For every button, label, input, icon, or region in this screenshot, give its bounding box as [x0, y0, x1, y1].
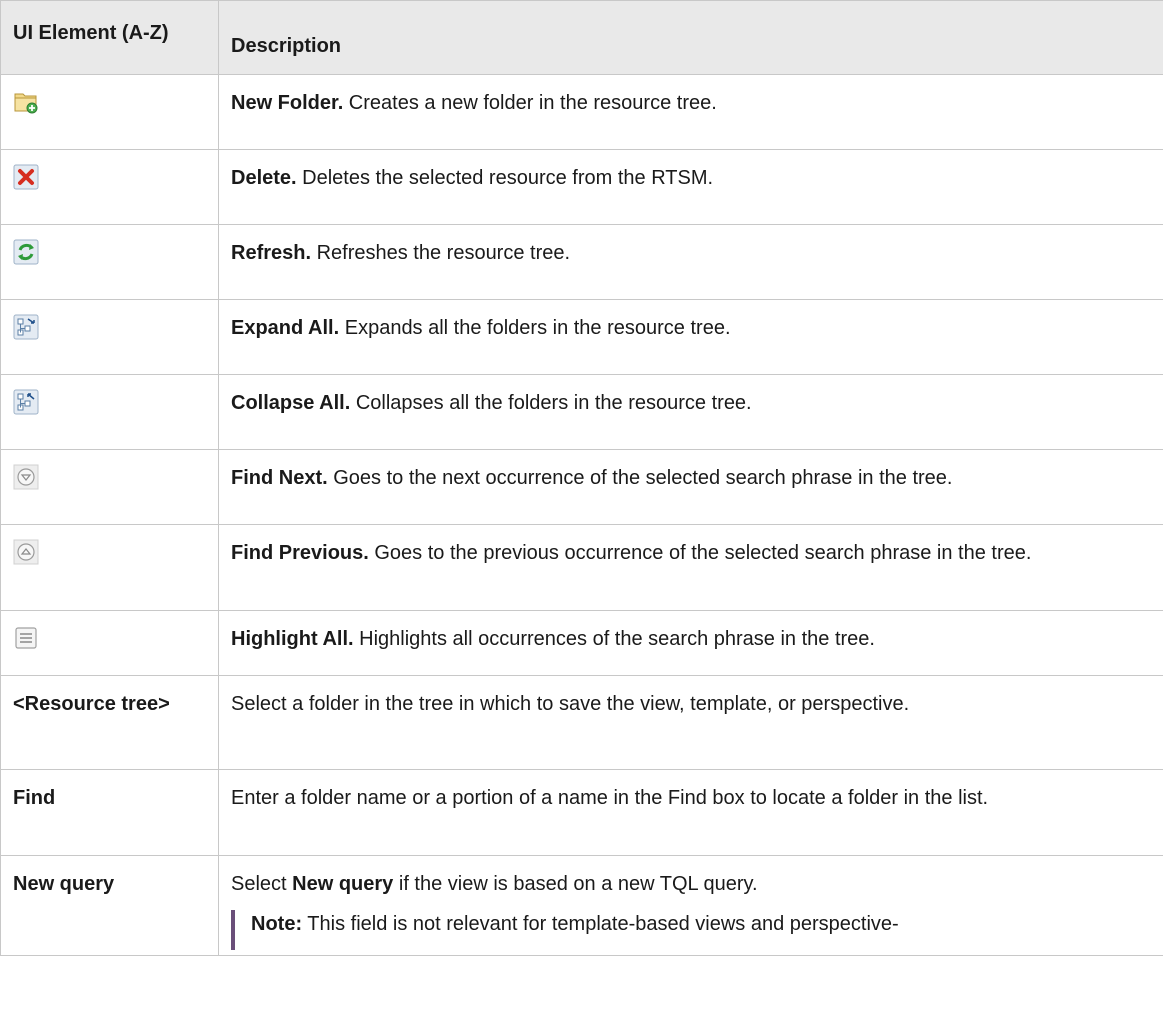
term-highlight-all: Highlight All. [231, 628, 354, 650]
element-new-query: New query [13, 873, 115, 895]
find-next-icon [13, 464, 39, 490]
description-find: Enter a folder name or a portion of a na… [231, 787, 989, 809]
table-row: Find Enter a folder name or a portion of… [0, 769, 1163, 856]
table-row: Expand All. Expands all the folders in t… [0, 299, 1163, 375]
table-row: New Folder. Creates a new folder in the … [0, 74, 1163, 150]
expand-all-icon [13, 314, 39, 340]
note-text: This field is not relevant for template-… [302, 913, 899, 935]
find-previous-icon [13, 539, 39, 565]
column-header-ui-element: UI Element (A-Z) [0, 0, 219, 75]
table-header-row: UI Element (A-Z) Description [0, 0, 1163, 75]
description-find-previous: Goes to the previous occurrence of the s… [368, 542, 1032, 564]
note-callout: Note: This field is not relevant for tem… [231, 910, 1151, 950]
ui-elements-table: UI Element (A-Z) Description New Folder.… [0, 0, 1163, 956]
description-expand-all: Expands all the folders in the resource … [339, 317, 731, 339]
new-folder-icon [13, 89, 39, 115]
table-row: Find Next. Goes to the next occurrence o… [0, 449, 1163, 525]
term-delete: Delete. [231, 167, 297, 189]
term-find-next: Find Next. [231, 467, 328, 489]
table-row: Refresh. Refreshes the resource tree. [0, 224, 1163, 300]
highlight-all-icon [13, 625, 39, 651]
note-label: Note: [251, 913, 303, 935]
description-new-folder: Creates a new folder in the resource tre… [343, 92, 717, 114]
description-resource-tree: Select a folder in the tree in which to … [231, 693, 910, 715]
description-collapse-all: Collapses all the folders in the resourc… [350, 392, 752, 414]
column-header-description: Description [218, 0, 1163, 75]
term-refresh: Refresh. [231, 242, 312, 264]
refresh-icon [13, 239, 39, 265]
term-find-previous: Find Previous. [231, 542, 369, 564]
description-highlight-all: Highlights all occurrences of the search… [353, 628, 875, 650]
term-expand-all: Expand All. [231, 317, 340, 339]
table-row: New query Select New query if the view i… [0, 855, 1163, 956]
table-row: Highlight All. Highlights all occurrence… [0, 610, 1163, 676]
table-row: Delete. Deletes the selected resource fr… [0, 149, 1163, 225]
element-find: Find [13, 787, 56, 809]
term-new-folder: New Folder. [231, 92, 344, 114]
description-find-next: Goes to the next occurrence of the selec… [327, 467, 953, 489]
table-row: <Resource tree> Select a folder in the t… [0, 675, 1163, 770]
collapse-all-icon [13, 389, 39, 415]
element-resource-tree: <Resource tree> [13, 693, 170, 715]
description-new-query: Select New query if the view is based on… [231, 873, 758, 895]
table-row: Collapse All. Collapses all the folders … [0, 374, 1163, 450]
description-delete: Deletes the selected resource from the R… [296, 167, 714, 189]
table-row: Find Previous. Goes to the previous occu… [0, 524, 1163, 611]
delete-icon [13, 164, 39, 190]
description-refresh: Refreshes the resource tree. [311, 242, 571, 264]
term-collapse-all: Collapse All. [231, 392, 351, 414]
